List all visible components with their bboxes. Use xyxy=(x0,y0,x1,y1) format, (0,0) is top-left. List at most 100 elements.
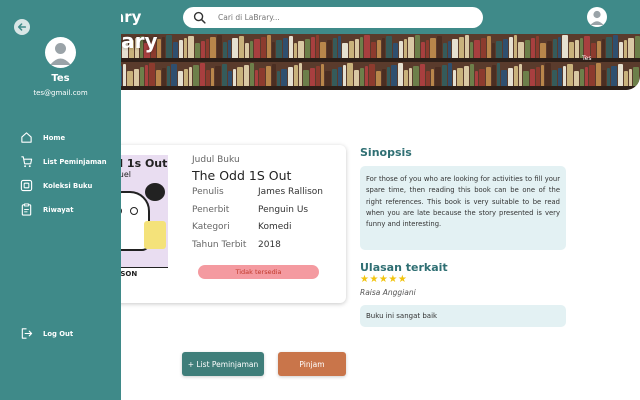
book-spine xyxy=(338,36,341,58)
book-spine xyxy=(569,42,574,58)
book-spine xyxy=(459,37,464,58)
sidebar-item-label: Riwayat xyxy=(43,205,74,214)
book-spine xyxy=(531,38,535,58)
book-spine xyxy=(501,70,507,86)
book-spine xyxy=(496,41,502,58)
book-spine xyxy=(166,35,172,58)
book-spine xyxy=(245,43,249,58)
user-icon xyxy=(590,10,604,25)
book-spine xyxy=(443,43,447,58)
book-spine xyxy=(635,36,640,58)
book-spine xyxy=(492,43,495,58)
book-spine xyxy=(162,68,166,86)
book-spine xyxy=(409,68,412,86)
book-spine xyxy=(602,39,605,58)
book-spine xyxy=(228,40,231,58)
book-spine xyxy=(629,69,632,86)
book-spine xyxy=(255,70,258,86)
book-spine xyxy=(239,36,244,58)
book-spine xyxy=(272,42,275,58)
sidebar-user-email: tes@gmail.com xyxy=(33,89,88,97)
book-spine xyxy=(320,42,326,58)
profile-avatar-button[interactable] xyxy=(587,7,607,27)
book-spine xyxy=(342,43,348,58)
sidebar-item-home[interactable]: Home xyxy=(20,131,65,144)
category-label: Kategori xyxy=(192,222,230,232)
book-spine xyxy=(386,36,392,58)
book-spine xyxy=(470,64,474,86)
book-spine xyxy=(298,41,304,58)
book-spine xyxy=(321,64,324,86)
book-spine xyxy=(398,63,403,86)
book-spine xyxy=(413,66,419,86)
book-spine xyxy=(254,39,260,58)
book-spine xyxy=(333,38,337,58)
cover-popcorn xyxy=(144,221,166,249)
search-icon xyxy=(193,11,206,24)
history-icon xyxy=(21,203,32,216)
book-title: The Odd 1S Out xyxy=(192,168,292,183)
book-spine xyxy=(127,71,133,86)
book-spine xyxy=(343,65,346,86)
book-spine xyxy=(305,39,310,58)
book-spine xyxy=(453,70,456,86)
book-spine xyxy=(421,42,425,58)
sidebar-item-riwayat[interactable]: Riwayat xyxy=(20,203,74,216)
book-spine xyxy=(597,41,601,58)
book-spine xyxy=(371,42,376,58)
cover-badge xyxy=(145,183,165,201)
book-spine xyxy=(523,71,529,86)
author-value: James Rallison xyxy=(258,187,323,197)
borrow-button[interactable]: Pinjam xyxy=(278,352,346,376)
book-spine xyxy=(442,65,447,86)
book-spine xyxy=(437,36,442,58)
book-spine xyxy=(514,35,517,58)
book-spine xyxy=(606,37,612,58)
arrow-left-icon xyxy=(17,23,27,31)
book-spine xyxy=(233,69,236,86)
book-spine xyxy=(558,68,562,86)
book-spine xyxy=(289,36,293,58)
book-spine xyxy=(316,66,320,86)
book-spine xyxy=(435,67,441,86)
book-spine xyxy=(563,66,566,86)
collection-icon xyxy=(20,179,33,192)
related-reviews-heading: Ulasan terkait xyxy=(360,261,448,274)
search-bar[interactable] xyxy=(183,7,483,28)
book-spine xyxy=(162,37,165,58)
sidebar-item-list-peminjaman[interactable]: List Peminjaman xyxy=(20,155,107,168)
sidebar-close-button[interactable] xyxy=(14,19,30,35)
rating-stars: ★★★★★ xyxy=(360,274,408,285)
book-spine xyxy=(464,66,469,86)
cover-eye-right xyxy=(130,207,138,215)
book-spine xyxy=(277,71,280,86)
book-spine xyxy=(149,63,155,86)
book-spine xyxy=(613,35,618,58)
sidebar-item-koleksi-buku[interactable]: Koleksi Buku xyxy=(20,179,92,192)
book-spine xyxy=(611,66,617,86)
book-spine xyxy=(607,68,610,86)
sidebar-avatar xyxy=(45,37,76,68)
book-spine xyxy=(624,71,628,86)
book-spine xyxy=(619,42,623,58)
book-spine xyxy=(377,40,381,58)
book-spine xyxy=(327,40,332,58)
book-spine xyxy=(457,68,463,86)
book-spine xyxy=(211,68,214,86)
search-input[interactable] xyxy=(218,13,458,22)
reviewer-name: Raisa Anggiani xyxy=(360,288,416,297)
sidebar-item-logout[interactable]: Log Out xyxy=(20,327,73,340)
book-spine xyxy=(217,35,222,58)
sidebar: Tes tes@gmail.com Home List Peminjaman K… xyxy=(0,0,121,400)
book-spine xyxy=(267,35,271,58)
book-title-label: Judul Buku xyxy=(192,155,240,165)
book-spine xyxy=(525,40,530,58)
book-spine xyxy=(628,38,634,58)
add-to-loan-list-button[interactable]: + List Peminjaman xyxy=(182,352,264,376)
book-spine xyxy=(430,38,436,58)
book-spine xyxy=(474,40,480,58)
book-spine xyxy=(200,63,205,86)
synopsis-heading: Sinopsis xyxy=(360,146,412,159)
book-spine xyxy=(404,70,408,86)
logout-icon xyxy=(21,328,33,339)
